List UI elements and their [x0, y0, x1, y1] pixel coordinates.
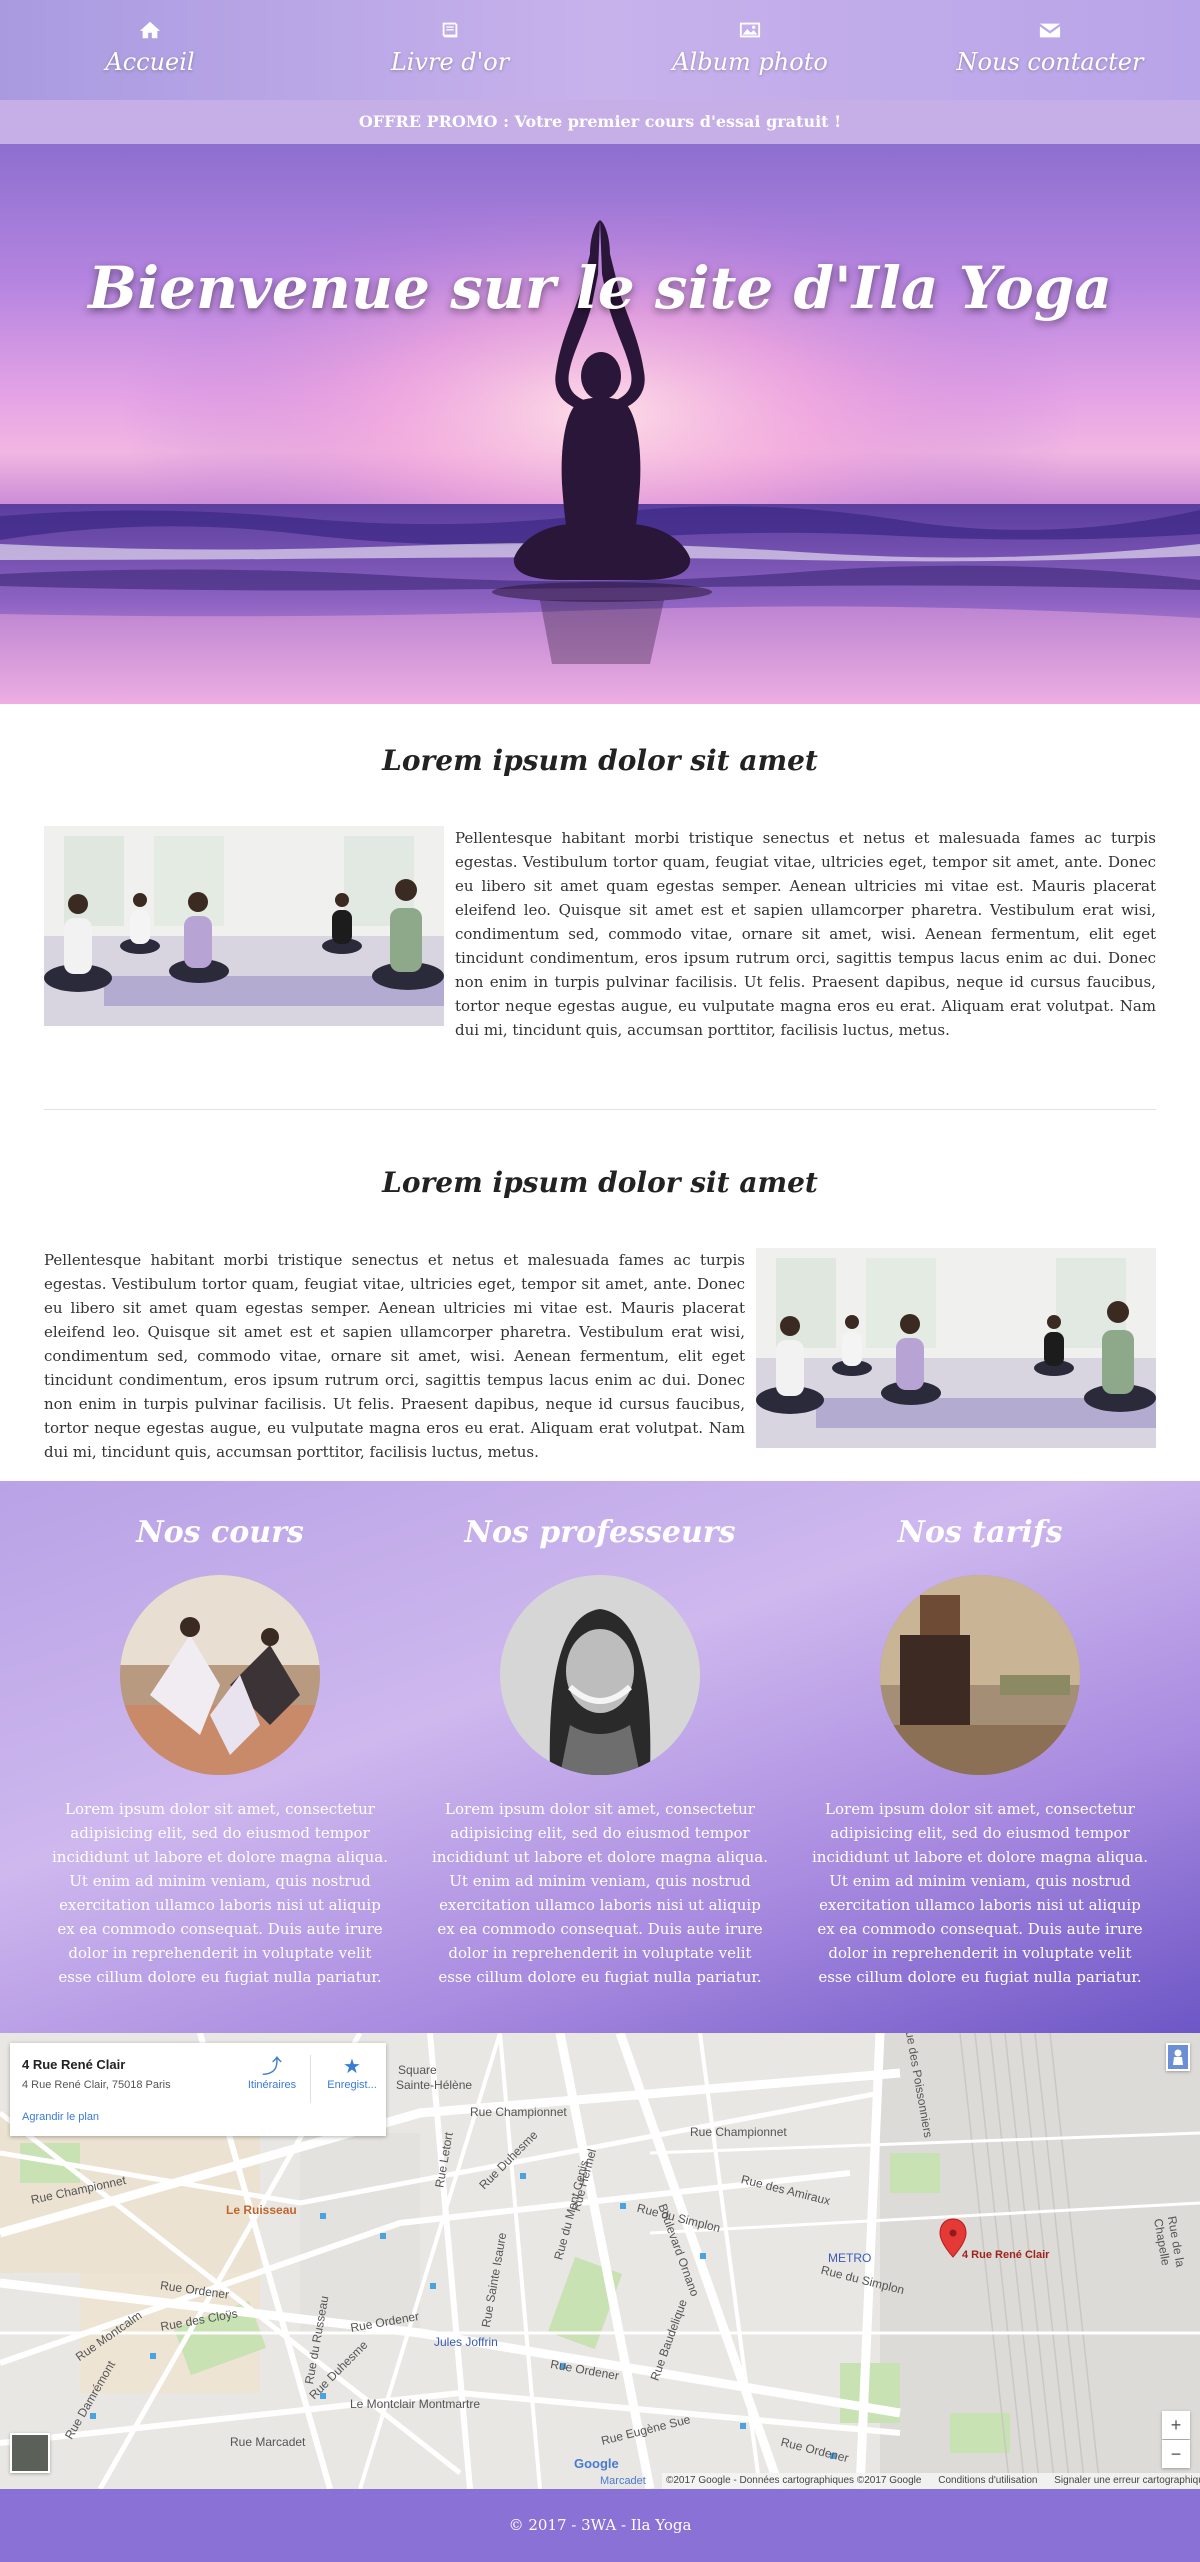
map-attribution: ©2017 Google - Données cartographiques ©… — [662, 2473, 1200, 2489]
yoga-class-photo — [44, 826, 444, 1026]
features-section: Nos cours Lorem ipsum dolor sit amet, co… — [0, 1481, 1200, 2033]
map-label-marcadet: Marcadet — [600, 2475, 646, 2487]
directions-icon: ⤴ — [262, 2056, 282, 2078]
star-icon: ★ — [343, 2056, 361, 2078]
zoom-in-button[interactable]: + — [1162, 2411, 1190, 2439]
feature-nos-cours: Nos cours Lorem ipsum dolor sit amet, co… — [30, 1481, 410, 1989]
section-text: Pellentesque habitant morbi tristique se… — [44, 1251, 745, 1461]
save-button[interactable]: ★ Enregist... — [322, 2055, 382, 2091]
feature-photo-professeurs — [500, 1575, 700, 1775]
feature-photo-cours — [120, 1575, 320, 1775]
nav-label: Livre d'or — [390, 48, 510, 76]
hero-image — [0, 144, 1200, 704]
home-icon — [0, 20, 300, 44]
feature-text: Lorem ipsum dolor sit amet, consectetur … — [811, 1800, 1149, 1986]
nav-label: Album photo — [672, 48, 828, 76]
nav-item-album-photo[interactable]: Album photo — [600, 20, 900, 76]
picture-icon — [600, 20, 900, 44]
feature-title: Nos cours — [136, 1515, 304, 1550]
section-title: Lorem ipsum dolor sit amet — [382, 1166, 818, 1199]
section-text: Pellentesque habitant morbi tristique se… — [455, 829, 1156, 1039]
nav-label: Nous contacter — [956, 48, 1144, 76]
map-card-title: 4 Rue René Clair — [22, 2057, 126, 2072]
feature-text: Lorem ipsum dolor sit amet, consectetur … — [431, 1800, 769, 1986]
google-map[interactable]: Square Sainte-Hélène Rue Championnet Rue… — [0, 2033, 1200, 2489]
book-icon — [300, 20, 600, 44]
envelope-icon — [900, 20, 1200, 44]
map-info-card: 4 Rue René Clair 4 Rue René Clair, 75018… — [10, 2043, 386, 2136]
feature-title: Nos tarifs — [897, 1515, 1063, 1550]
nav-item-accueil[interactable]: Accueil — [0, 20, 300, 76]
footer: © 2017 - 3WA - Ila Yoga — [0, 2489, 1200, 2562]
nav-item-nous-contacter[interactable]: Nous contacter — [900, 20, 1200, 76]
report-error-link[interactable]: Signaler une erreur cartographique — [1054, 2475, 1200, 2486]
nav-label: Accueil — [105, 48, 195, 76]
save-label: Enregist... — [327, 2079, 377, 2091]
zoom-out-button[interactable]: − — [1162, 2440, 1190, 2468]
main-nav: Accueil Livre d'or Album photo Nous cont… — [0, 0, 1200, 100]
yoga-class-photo — [756, 1248, 1156, 1448]
section-divider — [44, 1109, 1156, 1110]
map-card-address: 4 Rue René Clair, 75018 Paris — [22, 2079, 171, 2091]
feature-title: Nos professeurs — [464, 1515, 736, 1550]
feature-nos-tarifs: Nos tarifs Lorem ipsum dolor sit amet, c… — [790, 1481, 1170, 1989]
satellite-toggle-thumbnail[interactable] — [10, 2433, 50, 2473]
feature-text: Lorem ipsum dolor sit amet, consectetur … — [51, 1800, 389, 1986]
enlarge-map-link[interactable]: Agrandir le plan — [22, 2111, 99, 2123]
google-logo: Google — [574, 2456, 619, 2471]
map-card-divider — [310, 2055, 311, 2103]
nav-item-livre-dor[interactable]: Livre d'or — [300, 20, 600, 76]
hero-title: Bienvenue sur le site d'Ila Yoga — [88, 254, 1112, 322]
directions-button[interactable]: ⤴ Itinéraires — [242, 2055, 302, 2091]
feature-photo-tarifs — [880, 1575, 1080, 1775]
hero-banner: Bienvenue sur le site d'Ila Yoga — [0, 144, 1200, 704]
directions-label: Itinéraires — [247, 2079, 297, 2091]
section-title: Lorem ipsum dolor sit amet — [382, 744, 818, 777]
promo-banner: OFFRE PROMO : Votre premier cours d'essa… — [0, 100, 1200, 144]
street-view-pegman-icon[interactable] — [1166, 2043, 1190, 2071]
feature-nos-professeurs: Nos professeurs Lorem ipsum dolor sit am… — [410, 1481, 790, 1989]
attribution-copyright: ©2017 Google - Données cartographiques ©… — [666, 2475, 922, 2486]
terms-link[interactable]: Conditions d'utilisation — [938, 2475, 1037, 2486]
